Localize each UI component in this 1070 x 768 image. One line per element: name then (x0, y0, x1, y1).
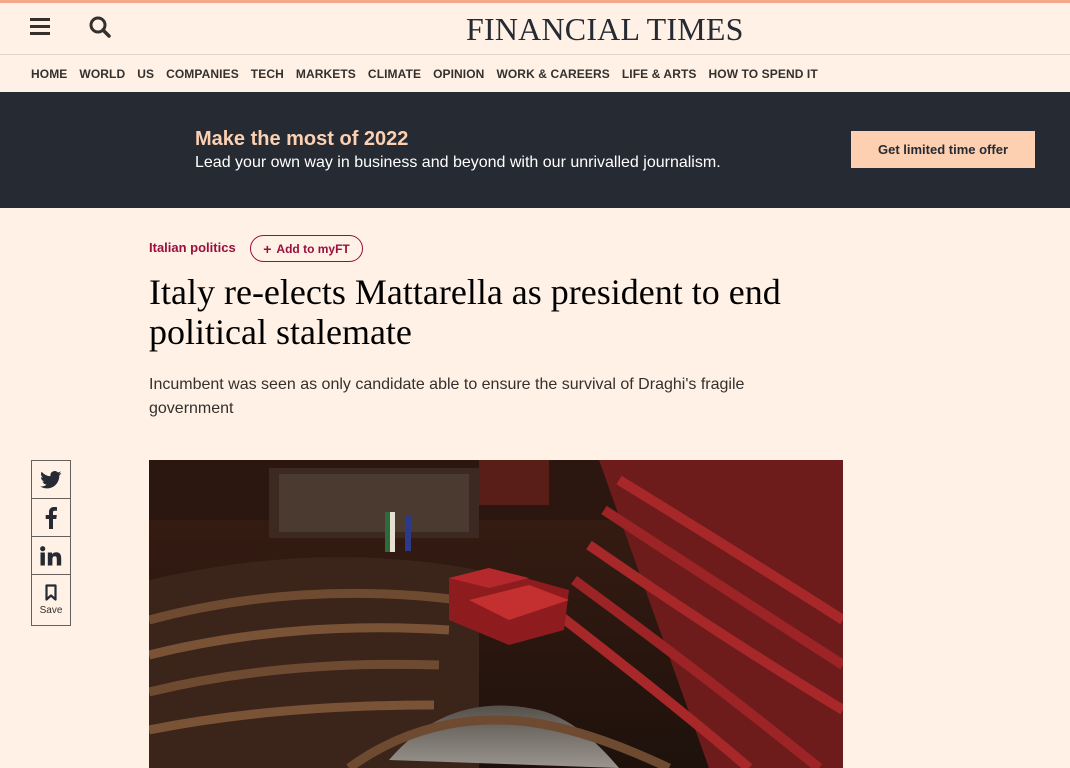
site-header: FINANCIAL TIMES (0, 3, 1070, 55)
nav-item-tech[interactable]: TECH (251, 67, 284, 81)
ft-logo[interactable]: FINANCIAL TIMES (466, 11, 744, 48)
banner-text: Lead your own way in business and beyond… (195, 154, 721, 171)
share-toolbar: Save (31, 460, 71, 626)
main-navigation: HOME WORLD US COMPANIES TECH MARKETS CLI… (0, 56, 1070, 92)
bookmark-icon (45, 584, 57, 601)
add-to-myft-label: Add to myFT (276, 241, 350, 256)
article-standfirst: Incumbent was seen as only candidate abl… (149, 376, 745, 417)
linkedin-share-button[interactable] (31, 536, 71, 575)
linkedin-icon (40, 545, 62, 565)
nav-item-opinion[interactable]: OPINION (433, 67, 484, 81)
nav-item-home[interactable]: HOME (31, 67, 67, 81)
facebook-icon (45, 506, 57, 529)
topic-link-italian-politics[interactable]: Italian politics (149, 240, 236, 255)
article-hero-image (149, 460, 843, 768)
parliament-chamber-photo (149, 460, 843, 768)
twitter-icon (40, 470, 62, 488)
article-headline: Italy re-elects Mattarella as president … (149, 272, 781, 352)
nav-item-us[interactable]: US (137, 67, 154, 81)
banner-title: Make the most of 2022 (195, 128, 409, 150)
twitter-share-button[interactable] (31, 460, 71, 499)
nav-item-work-careers[interactable]: WORK & CAREERS (496, 67, 609, 81)
facebook-share-button[interactable] (31, 498, 71, 537)
nav-item-markets[interactable]: MARKETS (296, 67, 356, 81)
add-to-myft-button[interactable]: + Add to myFT (250, 235, 363, 262)
save-label: Save (39, 605, 63, 616)
subscription-banner: Make the most of 2022 Lead your own way … (0, 92, 1070, 208)
nav-item-world[interactable]: WORLD (79, 67, 125, 81)
save-button[interactable]: Save (31, 574, 71, 626)
limited-offer-button[interactable]: Get limited time offer (851, 131, 1035, 168)
nav-item-life-arts[interactable]: LIFE & ARTS (622, 67, 697, 81)
hamburger-menu-icon[interactable] (30, 18, 52, 38)
plus-icon: + (263, 240, 272, 257)
search-icon[interactable] (88, 15, 114, 41)
nav-item-climate[interactable]: CLIMATE (368, 67, 421, 81)
nav-item-companies[interactable]: COMPANIES (166, 67, 239, 81)
nav-item-how-to-spend-it[interactable]: HOW TO SPEND IT (709, 67, 818, 81)
